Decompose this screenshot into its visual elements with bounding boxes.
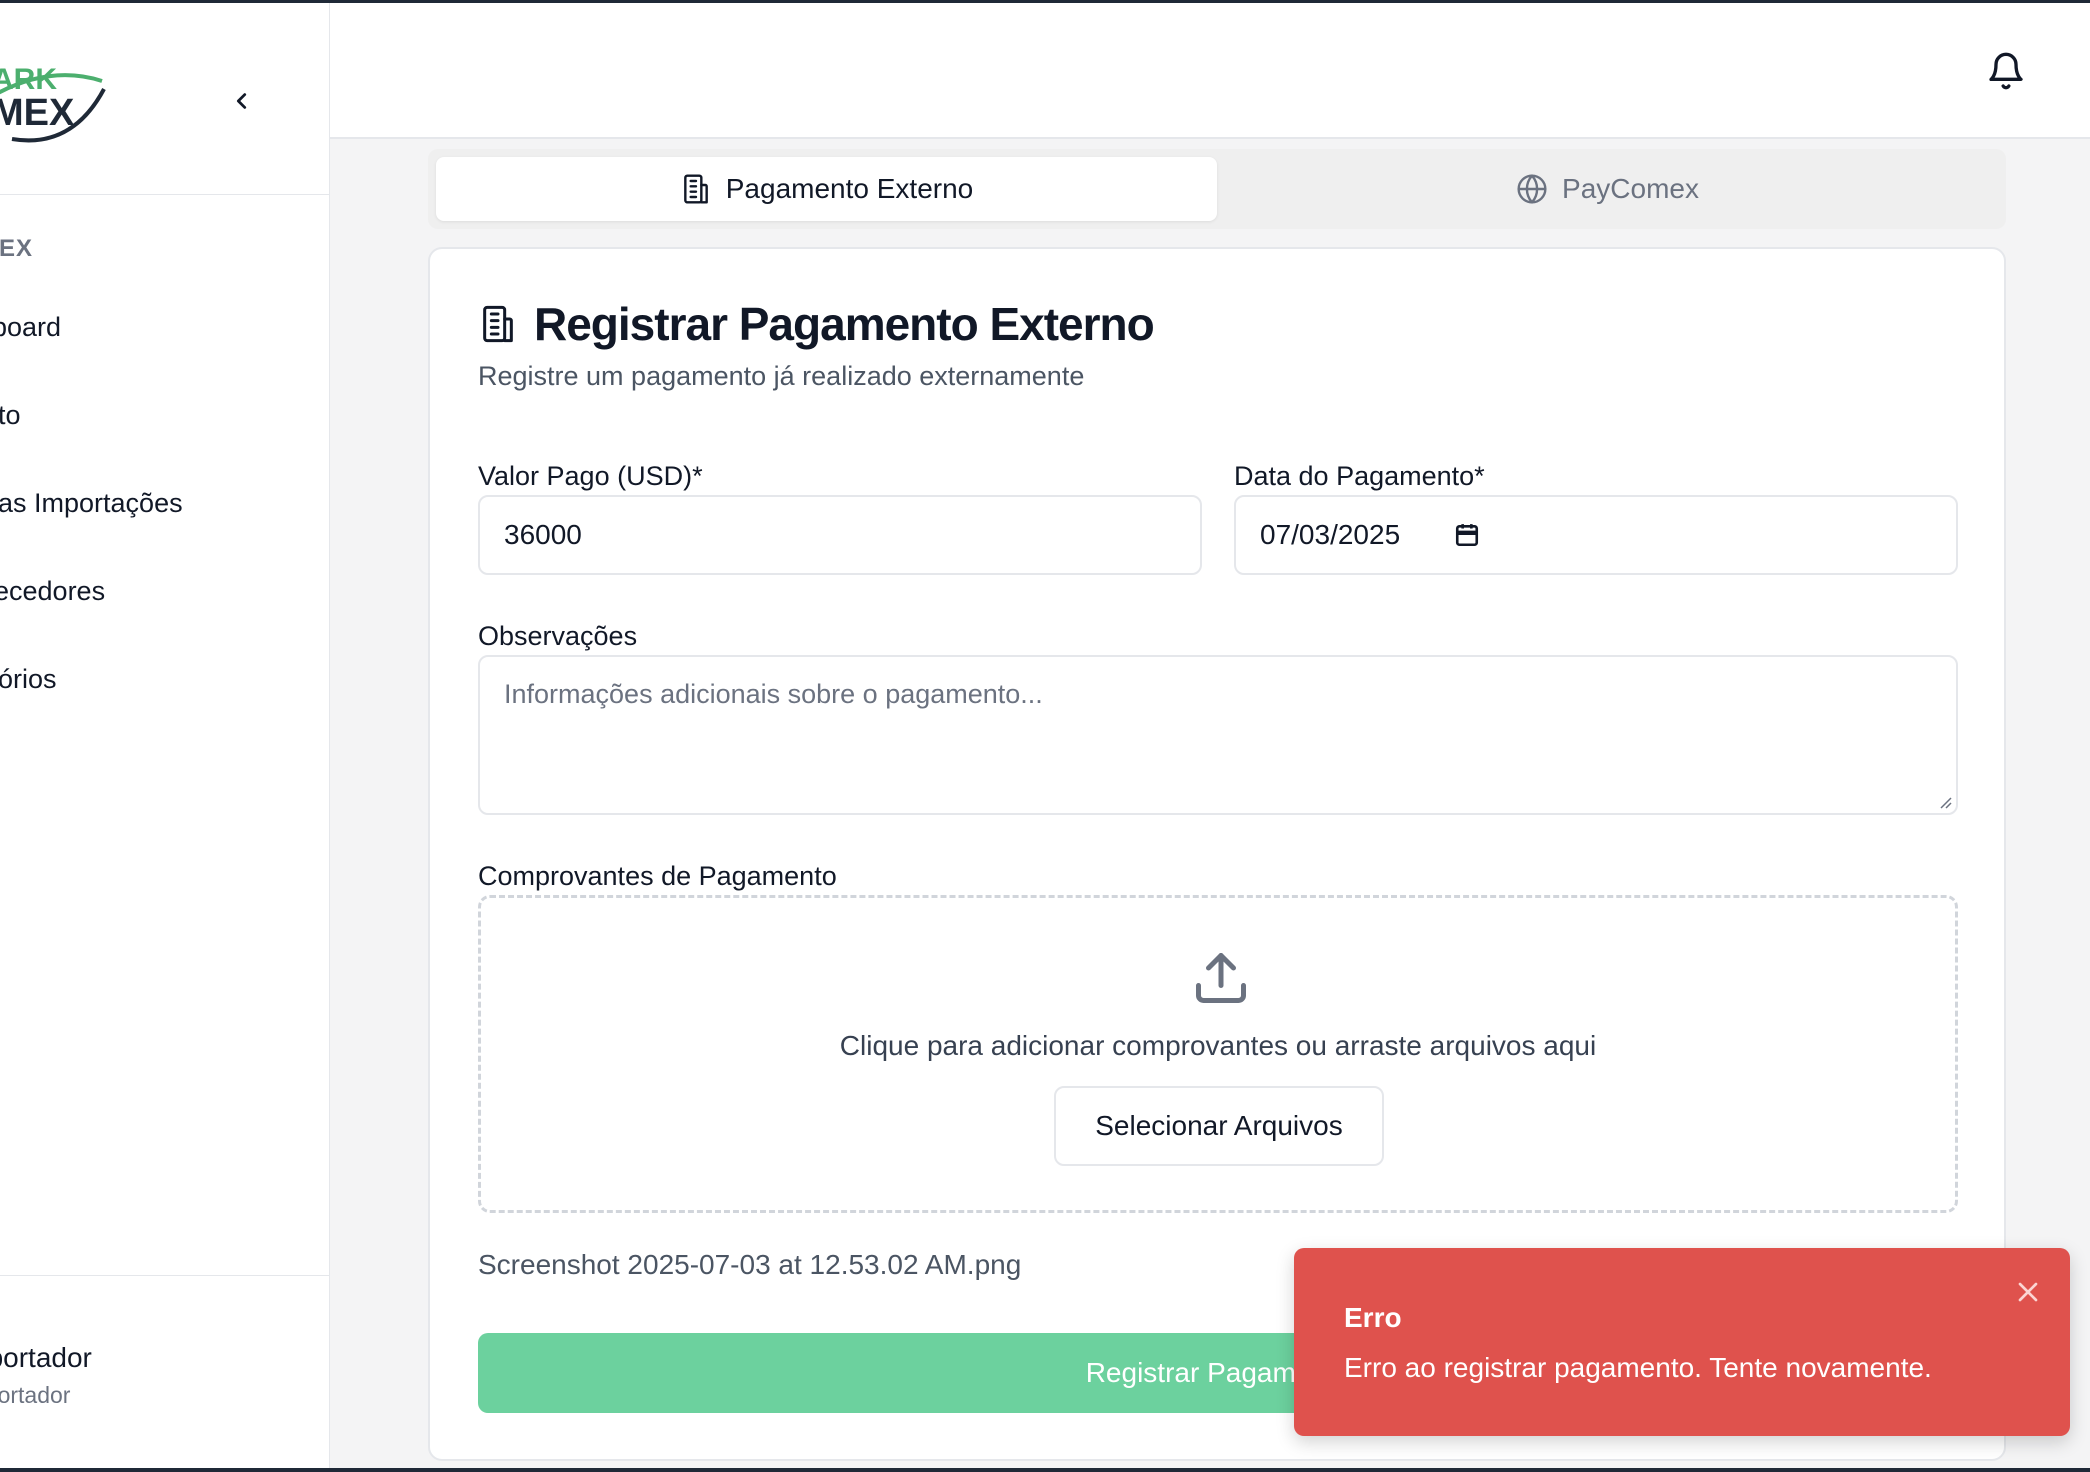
company-logo: ARK MEX (0, 63, 106, 143)
date-label: Data do Pagamento* (1234, 461, 1485, 491)
sidebar-item-label: órios (0, 663, 57, 694)
user-profile[interactable]: nportador nportador (0, 1275, 330, 1468)
sidebar-collapse-button[interactable] (222, 81, 262, 121)
receipts-label: Comprovantes de Pagamento (478, 861, 837, 891)
sidebar-item-payment[interactable]: to (0, 383, 328, 447)
page-subtitle: Registre um pagamento já realizado exter… (478, 361, 1085, 391)
sidebar-item-suppliers[interactable]: ecedores (0, 559, 324, 623)
globe-icon (1517, 174, 1547, 204)
notes-label: Observações (478, 621, 638, 651)
select-files-button[interactable]: Selecionar Arquivos (1054, 1086, 1384, 1166)
topbar (330, 3, 2090, 139)
sidebar-section-label: MEX (0, 235, 34, 262)
building-icon (483, 305, 513, 343)
sidebar-item-label: to (0, 399, 21, 430)
tab-paycomex[interactable]: PayComex (1217, 157, 1998, 221)
sidebar-item-label: as Importações (0, 487, 183, 518)
dropzone-text: Clique para adicionar comprovantes ou ar… (839, 1030, 1597, 1061)
error-toast: Erro Erro ao registrar pagamento. Tente … (1294, 1248, 2070, 1436)
card-header: Registrar Pagamento Externo (478, 297, 1155, 351)
amount-input[interactable]: 36000 (478, 495, 1202, 575)
user-role: nportador (0, 1382, 71, 1408)
payment-tabs: Pagamento Externo PayComex (428, 149, 2006, 229)
sidebar: ARK MEX MEX board to as Importações eced… (0, 3, 330, 1468)
svg-text:MEX: MEX (0, 92, 75, 134)
resize-grip-icon[interactable] (1936, 793, 1952, 809)
file-dropzone[interactable]: Clique para adicionar comprovantes ou ar… (478, 895, 1958, 1213)
attached-file-name: Screenshot 2025-07-03 at 12.53.02 AM.png (478, 1249, 1022, 1280)
bell-icon[interactable] (1986, 51, 2026, 91)
sidebar-item-imports[interactable]: as Importações (0, 471, 328, 535)
app-window: ARK MEX MEX board to as Importações eced… (0, 3, 2090, 1468)
date-value: 07/03/2025 (1260, 519, 1401, 550)
chevron-left-icon (236, 93, 247, 109)
page-title: Registrar Pagamento Externo (534, 298, 1155, 350)
sidebar-item-dashboard[interactable]: board (0, 295, 322, 359)
amount-label: Valor Pago (USD)* (478, 461, 703, 491)
user-name: nportador (0, 1342, 92, 1373)
sidebar-item-reports[interactable]: órios (0, 647, 328, 711)
upload-icon (1196, 953, 1246, 1003)
close-icon[interactable] (2012, 1276, 2044, 1308)
logo-area: ARK MEX (0, 3, 330, 195)
sidebar-item-label: board (0, 311, 62, 342)
sidebar-item-label: ecedores (0, 575, 106, 606)
amount-value: 36000 (504, 519, 582, 550)
toast-message: Erro ao registrar pagamento. Tente novam… (1344, 1352, 1932, 1383)
toast-title: Erro (1344, 1302, 1402, 1333)
tab-label: PayComex (1562, 173, 1699, 204)
notes-placeholder: Informações adicionais sobre o pagamento… (504, 679, 1043, 709)
notes-textarea[interactable]: Informações adicionais sobre o pagamento… (478, 655, 1958, 815)
tab-pagamento-externo[interactable]: Pagamento Externo (436, 157, 1217, 221)
building-icon (683, 174, 708, 204)
calendar-icon[interactable] (1454, 522, 1480, 548)
date-input[interactable]: 07/03/2025 (1234, 495, 1958, 575)
tab-label: Pagamento Externo (725, 173, 974, 204)
